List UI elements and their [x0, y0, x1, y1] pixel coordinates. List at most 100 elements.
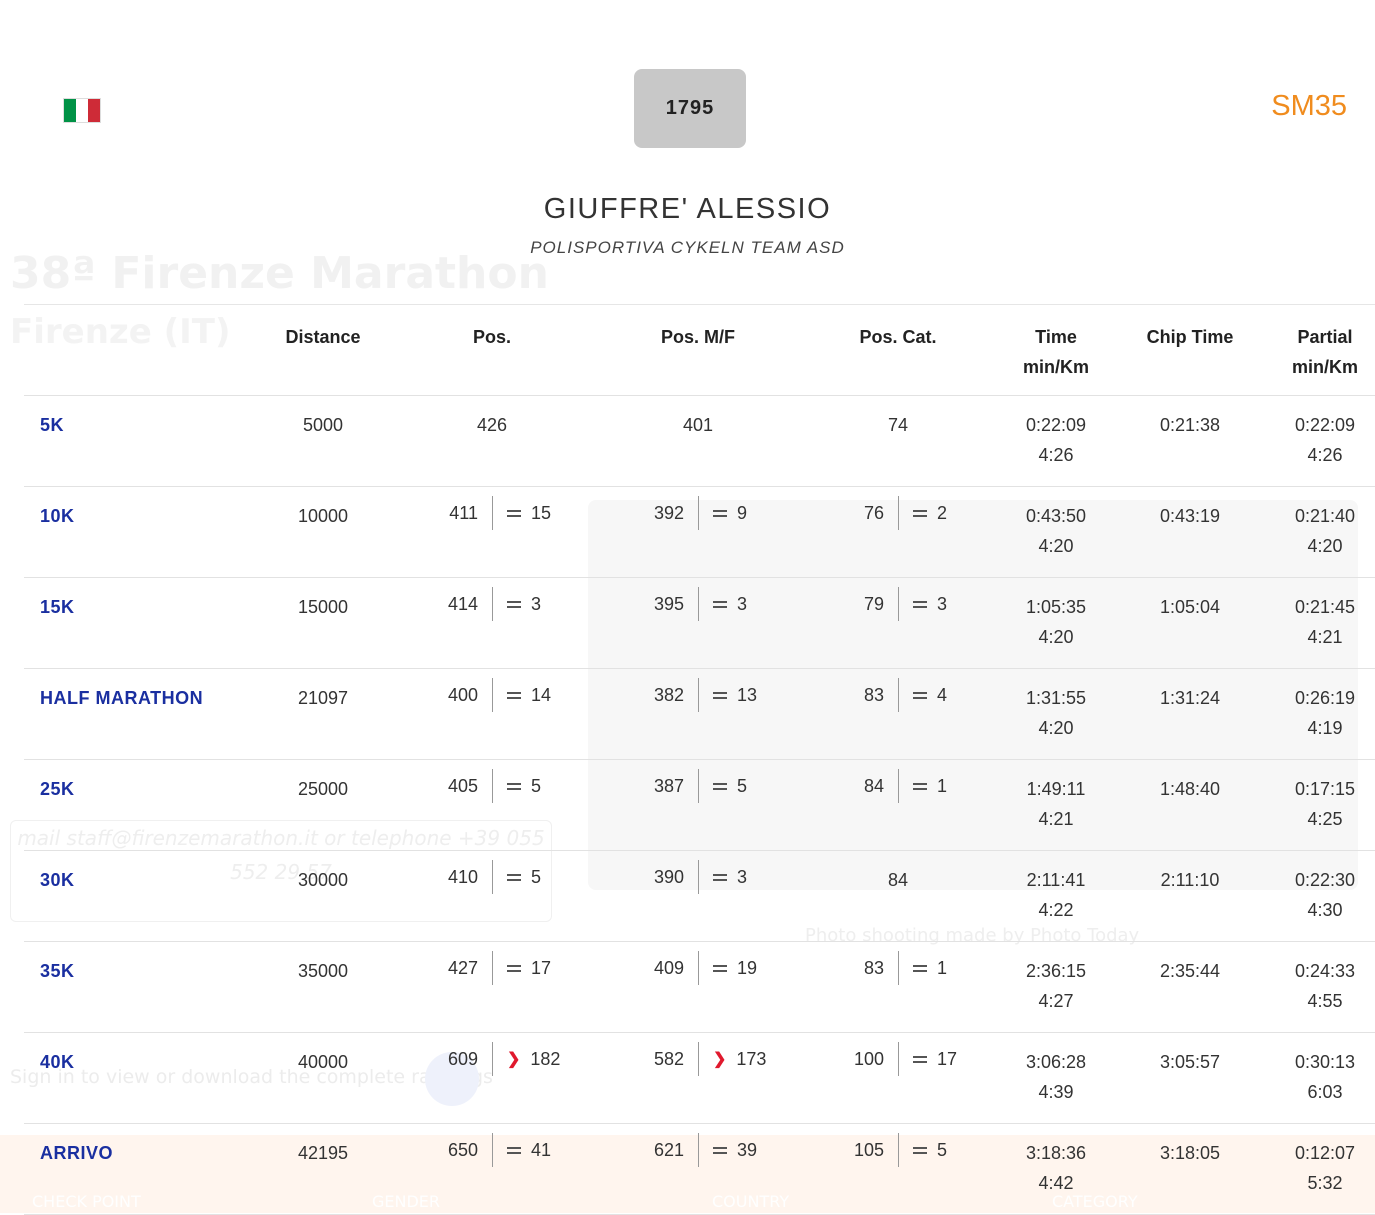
checkpoint-label[interactable]: 40K [40, 1047, 75, 1077]
chip-time-value: 2:11:10 [1160, 870, 1220, 890]
time-cell: 2:11:41 4:22 [996, 865, 1116, 925]
category-position-value: 83 [863, 684, 884, 705]
position-delta: 5 [531, 866, 542, 887]
time-cell: 3:06:28 4:39 [996, 1047, 1116, 1107]
table-row: 30K 30000 410 5 390 3 84 2:11:41 4:22 2:11:10 0:22… [24, 851, 1375, 942]
time-value: 2:11:41 [1026, 870, 1086, 890]
gender-position-value: 387 [653, 775, 684, 796]
gender-position-delta: 13 [737, 684, 758, 705]
position-value: 414 [447, 593, 478, 614]
partial-value: 0:17:15 [1294, 779, 1356, 799]
checkpoint-label[interactable]: HALF MARATHON [40, 683, 203, 713]
gender-position-group: 395 3 [614, 587, 747, 621]
category-position-value: 83 [863, 957, 884, 978]
checkpoint-label[interactable]: 30K [40, 865, 75, 895]
trend-equal-icon [713, 962, 727, 975]
partial-pace-value: 4:30 [1307, 900, 1343, 920]
chip-time-value: 0:21:38 [1159, 415, 1221, 435]
position-group: 410 5 [408, 860, 541, 894]
checkpoint-label[interactable]: 5K [40, 410, 64, 440]
pace-value: 4:42 [1038, 1173, 1074, 1193]
gender-position-group: 387 5 [614, 769, 747, 803]
header-time: Time min/Km [996, 322, 1116, 382]
time-value: 2:36:15 [1025, 961, 1087, 981]
table-row: ARRIVO 42195 650 41 621 39 105 5 3:18:36 4:42 3:18… [24, 1124, 1375, 1215]
category-position-group: 100 17 [814, 1042, 957, 1076]
partial-value: 0:22:09 [1294, 415, 1356, 435]
gender-position-value: 582 [653, 1048, 684, 1069]
position-value: 405 [447, 775, 478, 796]
position-value: 400 [447, 684, 478, 705]
checkpoint-label[interactable]: 10K [40, 501, 75, 531]
chip-time-value: 1:31:24 [1159, 688, 1221, 708]
position-group: 411 15 [408, 496, 551, 530]
trend-equal-icon [507, 1144, 521, 1157]
partial-pace-value: 4:55 [1307, 991, 1343, 1011]
time-cell: 3:18:36 4:42 [996, 1138, 1116, 1198]
category-position-group: 84 1 [814, 769, 947, 803]
header-distance: Distance [285, 327, 361, 347]
time-value: 0:43:50 [1025, 506, 1087, 526]
trend-equal-icon [713, 871, 727, 884]
gender-position-value: 395 [653, 593, 684, 614]
time-cell: 1:49:11 4:21 [996, 774, 1116, 834]
time-value: 1:31:55 [1025, 688, 1087, 708]
checkpoint-label[interactable]: 35K [40, 956, 75, 986]
partial-cell: 0:17:15 4:25 [1265, 774, 1375, 834]
partial-value: 0:30:13 [1294, 1052, 1356, 1072]
distance-value: 10000 [297, 506, 349, 526]
checkpoint-label[interactable]: 15K [40, 592, 75, 622]
gender-position-delta: 173 [736, 1048, 767, 1069]
trend-equal-icon [507, 962, 521, 975]
category-position-delta: 4 [937, 684, 948, 705]
partial-value: 0:12:07 [1294, 1143, 1356, 1163]
category-position-value: 105 [853, 1139, 884, 1160]
chip-time-value: 1:05:04 [1159, 597, 1221, 617]
position-value: 426 [476, 415, 508, 435]
category-position-delta: 1 [937, 957, 948, 978]
category-position-group: 105 5 [814, 1133, 947, 1167]
checkpoint-label[interactable]: 25K [40, 774, 75, 804]
table-row: 35K 35000 427 17 409 19 83 1 2:36:15 4:27 2:35:44 0… [24, 942, 1375, 1033]
category-position-delta: 5 [937, 1139, 948, 1160]
pace-value: 4:22 [1038, 900, 1074, 920]
chip-time-value: 0:43:19 [1159, 506, 1221, 526]
gender-position-delta: 3 [737, 866, 748, 887]
partial-pace-value: 5:32 [1307, 1173, 1343, 1193]
checkpoint-label[interactable]: ARRIVO [40, 1138, 113, 1168]
gender-position-group: 390 3 [614, 860, 747, 894]
italy-flag-icon [64, 99, 100, 122]
gender-position-group: 392 9 [614, 496, 747, 530]
category-position-delta: 2 [937, 502, 948, 523]
category-position-delta: 3 [937, 593, 948, 614]
position-delta: 17 [531, 957, 552, 978]
partial-cell: 0:12:07 5:32 [1265, 1138, 1375, 1198]
gender-position-value: 382 [653, 684, 684, 705]
category-label: SM35 [1271, 90, 1347, 122]
gender-position-group: 409 19 [614, 951, 757, 985]
header-time-unit: min/Km [1022, 357, 1089, 377]
partial-value: 0:21:40 [1294, 506, 1356, 526]
table-row: 15K 15000 414 3 395 3 79 3 1:05:35 4:20 1:05:04 0:2… [24, 578, 1375, 669]
category-position-value: 74 [887, 415, 909, 435]
gender-position-delta: 5 [737, 775, 748, 796]
partial-pace-value: 4:25 [1307, 809, 1343, 829]
position-delta: 14 [531, 684, 552, 705]
partial-value: 0:22:30 [1294, 870, 1356, 890]
time-cell: 2:36:15 4:27 [996, 956, 1116, 1016]
position-delta: 15 [531, 502, 552, 523]
partial-cell: 0:24:33 4:55 [1265, 956, 1375, 1016]
time-value: 3:18:36 [1025, 1143, 1087, 1163]
partial-value: 0:26:19 [1294, 688, 1356, 708]
category-position-value: 79 [863, 593, 884, 614]
category-position-value: 76 [863, 502, 884, 523]
partial-pace-value: 6:03 [1307, 1082, 1343, 1102]
time-cell: 1:31:55 4:20 [996, 683, 1116, 743]
pace-value: 4:27 [1038, 991, 1074, 1011]
chip-time-value: 3:18:05 [1159, 1143, 1221, 1163]
gender-position-delta: 19 [737, 957, 758, 978]
distance-value: 30000 [297, 870, 349, 890]
distance-value: 21097 [297, 688, 349, 708]
trend-equal-icon [913, 1053, 927, 1066]
partial-cell: 0:21:40 4:20 [1265, 501, 1375, 561]
